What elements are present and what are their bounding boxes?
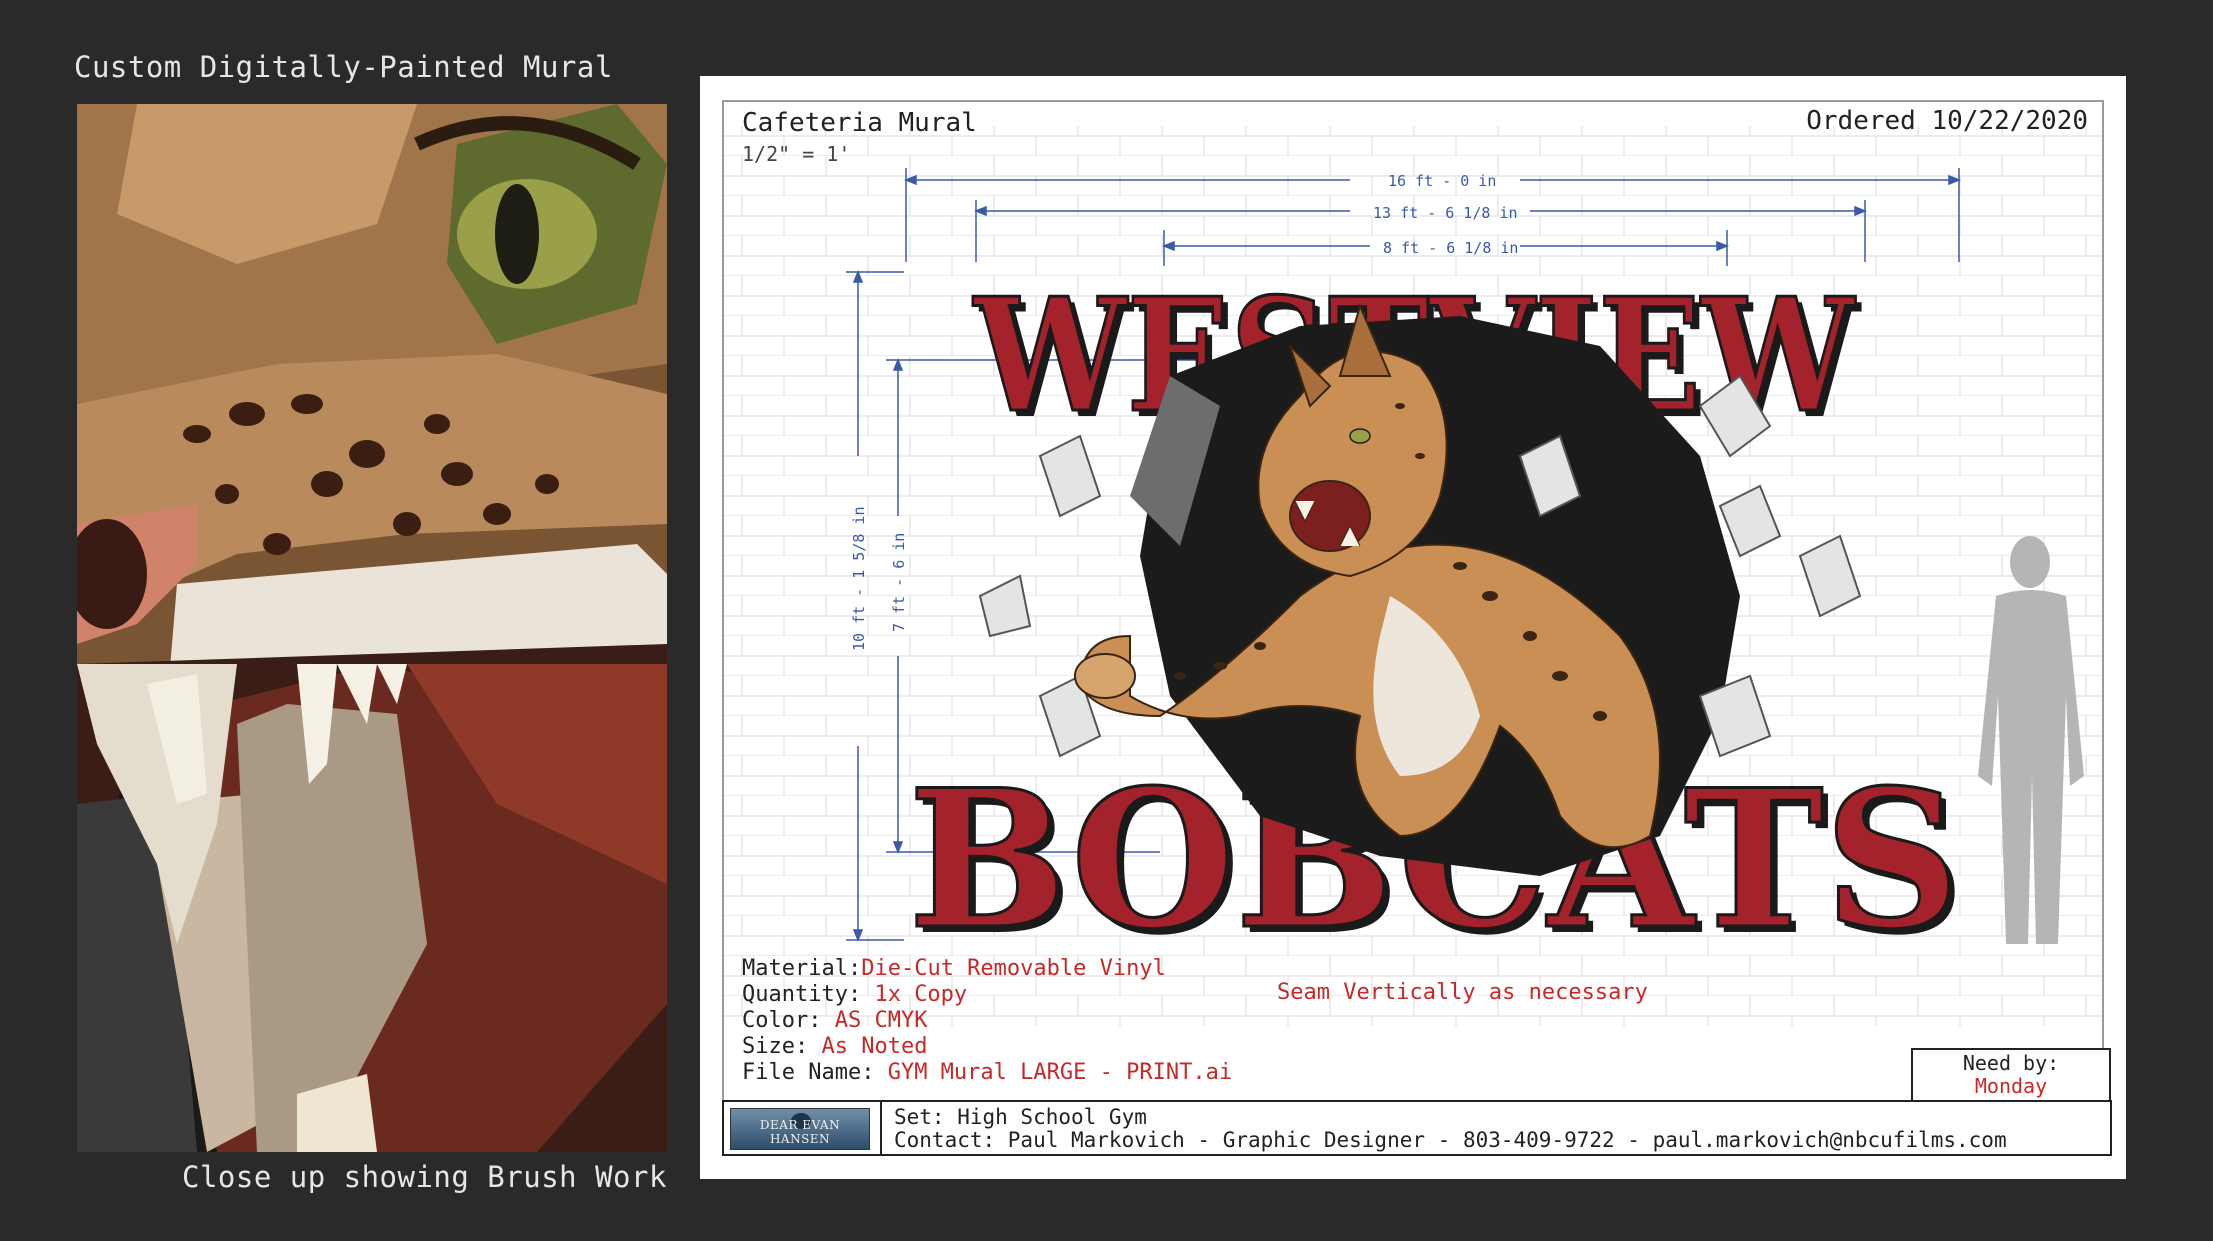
seam-note: Seam Vertically as necessary bbox=[1277, 980, 1648, 1005]
spec-color-label: Color: bbox=[742, 1008, 835, 1033]
print-proof-sheet: 16 ft - 0 in 13 ft - 6 1/8 in 8 ft - 6 1… bbox=[700, 76, 2126, 1179]
set-name: Set: High School Gym bbox=[894, 1105, 1147, 1129]
show-logo: DEAR EVAN HANSEN bbox=[730, 1108, 870, 1150]
spec-file-label: File Name: bbox=[742, 1060, 888, 1085]
sheet-title: Cafeteria Mural bbox=[742, 108, 977, 138]
spec-quantity-value: 1x Copy bbox=[874, 982, 968, 1007]
need-by-box: Need by: Monday 10/26/2020 bbox=[1911, 1048, 2111, 1122]
spec-list: Material:Die-Cut Removable Vinyl Quantit… bbox=[742, 956, 1232, 1086]
spec-material-value: Die-Cut Removable Vinyl bbox=[861, 956, 1166, 981]
spec-file-name: File Name: GYM Mural LARGE - PRINT.ai bbox=[742, 1060, 1232, 1086]
spec-size-label: Size: bbox=[742, 1034, 822, 1059]
spec-material: Material:Die-Cut Removable Vinyl bbox=[742, 956, 1232, 982]
dim-height-overall: 10 ft - 1 5/8 in bbox=[850, 507, 868, 652]
title-block-divider bbox=[880, 1102, 882, 1154]
spec-color-value: AS CMYK bbox=[834, 1008, 928, 1033]
spec-size-value: As Noted bbox=[821, 1034, 928, 1059]
dim-height-inner: 7 ft - 6 in bbox=[890, 533, 908, 632]
spec-quantity-label: Quantity: bbox=[742, 982, 875, 1007]
drawing-scale: 1/2" = 1' bbox=[742, 142, 851, 166]
title-block: DEAR EVAN HANSEN Set: High School Gym Co… bbox=[722, 1100, 2112, 1156]
spec-file-value: GYM Mural LARGE - PRINT.ai bbox=[887, 1060, 1233, 1085]
spec-quantity: Quantity: 1x Copy bbox=[742, 982, 1232, 1008]
dim-width-overall: 16 ft - 0 in bbox=[1388, 172, 1496, 190]
spec-size: Size: As Noted bbox=[742, 1034, 1232, 1060]
need-by-label: Need by: bbox=[1962, 1051, 2060, 1075]
brushwork-closeup-image bbox=[77, 104, 667, 1152]
left-panel-caption: Close up showing Brush Work bbox=[182, 1160, 667, 1194]
left-panel-title: Custom Digitally-Painted Mural bbox=[74, 50, 613, 84]
spec-color: Color: AS CMYK bbox=[742, 1008, 1232, 1034]
contact-line: Contact: Paul Markovich - Graphic Design… bbox=[894, 1128, 2007, 1152]
ordered-date: Ordered 10/22/2020 bbox=[1806, 106, 2088, 136]
spec-material-label: Material: bbox=[742, 956, 862, 981]
dim-width-inner: 8 ft - 6 1/8 in bbox=[1383, 239, 1518, 257]
dim-width-middle: 13 ft - 6 1/8 in bbox=[1373, 204, 1518, 222]
logo-text: DEAR EVAN HANSEN bbox=[759, 1118, 841, 1146]
